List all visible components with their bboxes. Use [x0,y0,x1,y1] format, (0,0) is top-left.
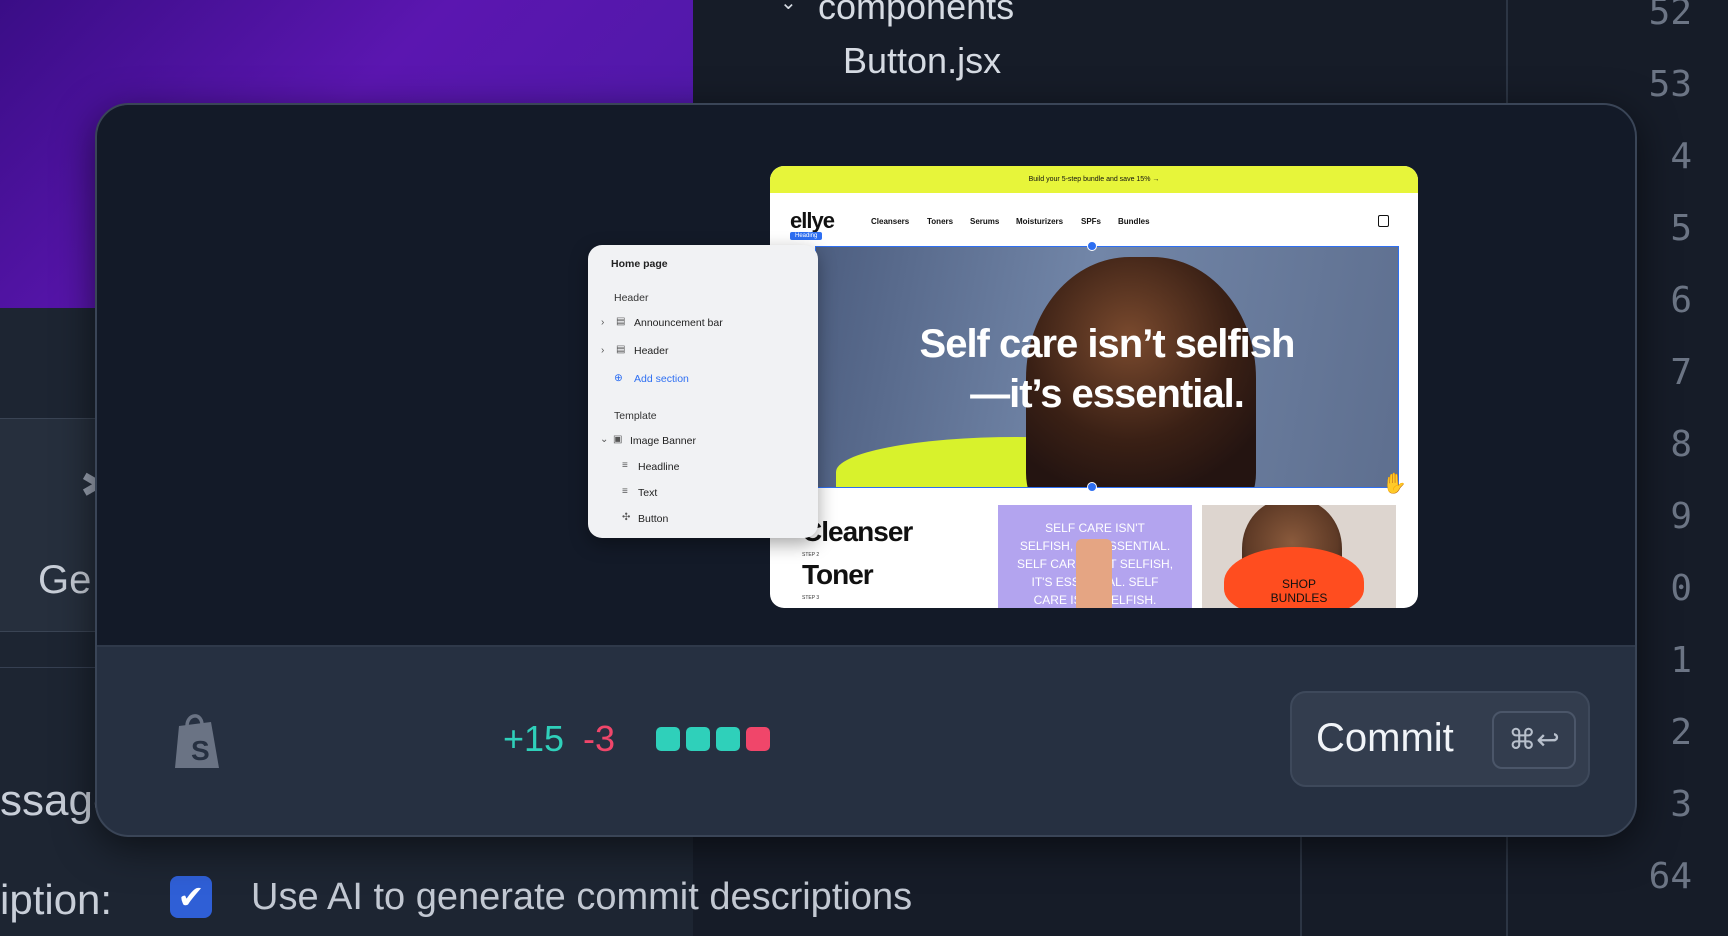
bundle-tile: SHOP BUNDLES [1202,505,1396,608]
product-title: Cleanser [802,516,913,547]
resize-handle [1087,241,1097,251]
deletions-count: -3 [583,718,616,759]
image-icon: ▣ [613,434,623,445]
nav-link: Bundles [1118,217,1150,226]
editor-section-label: Template [614,410,657,422]
text-icon: ≡ [622,460,628,471]
bundle-cta-line: BUNDLES [1270,591,1328,605]
promo-tile: SELF CARE ISN'T SELFISH, IT'S ESSENTIAL.… [998,505,1192,608]
product-step: STEP 2 [802,552,820,558]
chevron-right-icon: › [601,345,605,356]
bundle-cta: SHOP BUNDLES [1202,577,1396,605]
left-card-label: Ge [38,558,92,602]
chevron-down-icon[interactable]: ⌄ [780,0,797,15]
commit-button[interactable]: Commit ⌘↩ [1290,691,1590,787]
diff-square [716,727,740,751]
theme-editor-sidebar: Home page Header › ▤ Announcement bar › … [588,245,818,538]
tree-file-button-jsx[interactable]: Button.jsx [843,40,1001,82]
heading-tag: Heading [790,232,823,240]
text-icon: ≡ [622,486,628,497]
editor-item: Button [638,513,669,525]
hero-headline-line: Self care isn’t selfish [919,322,1296,366]
nav-link: SPFs [1081,217,1102,226]
plus-circle-icon: ⊕ [614,372,623,384]
preview-area: Build your 5-step bundle and save 15% → … [97,105,1635,647]
line-number: 53 [1648,64,1692,105]
product-step: STEP 3 [802,595,820,601]
ai-descriptions-label: Use AI to generate commit descriptions [251,876,913,918]
store-preview: Build your 5-step bundle and save 15% → … [770,166,1418,608]
line-number: 64 [1648,856,1692,897]
nav-link: Cleansers [871,217,910,226]
add-section-link: Add section [634,373,689,385]
image-banner: Self care isn’t selfish —it’s essential. [815,246,1399,488]
editor-item: Header [634,345,669,357]
resize-handle [1087,482,1097,492]
keyboard-shortcut: ⌘↩ [1492,711,1576,769]
ai-descriptions-checkbox[interactable]: ✔ [170,876,212,918]
svg-text:S: S [191,735,210,766]
product-title: Toner [802,559,874,590]
nav-link: Toners [927,217,954,226]
product-bottle [1076,539,1112,608]
diff-square [686,727,710,751]
commit-dialog: Build your 5-step bundle and save 15% → … [95,103,1637,837]
diff-square [746,727,770,751]
button-icon: ✣ [622,512,631,523]
tree-folder-components[interactable]: components [818,0,1014,28]
shopify-bag-icon: S [175,714,219,768]
file-tree [693,0,1506,104]
hero-headline: Self care isn’t selfish —it’s essential. [816,319,1398,419]
chevron-down-icon: ⌄ [600,434,609,445]
editor-item: Headline [638,461,680,473]
editor-item: Announcement bar [634,317,723,329]
section-icon: ▤ [616,344,626,355]
chevron-right-icon: › [601,317,605,328]
editor-item: Text [638,487,658,499]
promo-line: SELF CARE ISN'T [1045,521,1145,535]
announcement-bar: Build your 5-step bundle and save 15% → [770,166,1418,193]
commit-label: Commit [1316,716,1454,760]
bundle-cta-line: SHOP [1281,577,1316,591]
description-label: iption: [0,876,113,923]
line-number: 52 [1648,0,1692,33]
nav-link: Moisturizers [1016,217,1064,226]
store-logo: ellye [790,208,835,233]
nav-link: Serums [970,217,1000,226]
divider [1300,836,1302,936]
diff-square [656,727,680,751]
editor-item: Image Banner [630,435,696,447]
hand-cursor-icon: ✋ [1382,473,1407,495]
section-icon: ▤ [616,316,626,327]
additions-count: +15 [503,718,565,759]
editor-title: Home page [611,258,668,270]
hero-headline-line: —it’s essential. [970,372,1245,416]
editor-section-label: Header [614,292,649,304]
cart-icon [1378,215,1389,227]
